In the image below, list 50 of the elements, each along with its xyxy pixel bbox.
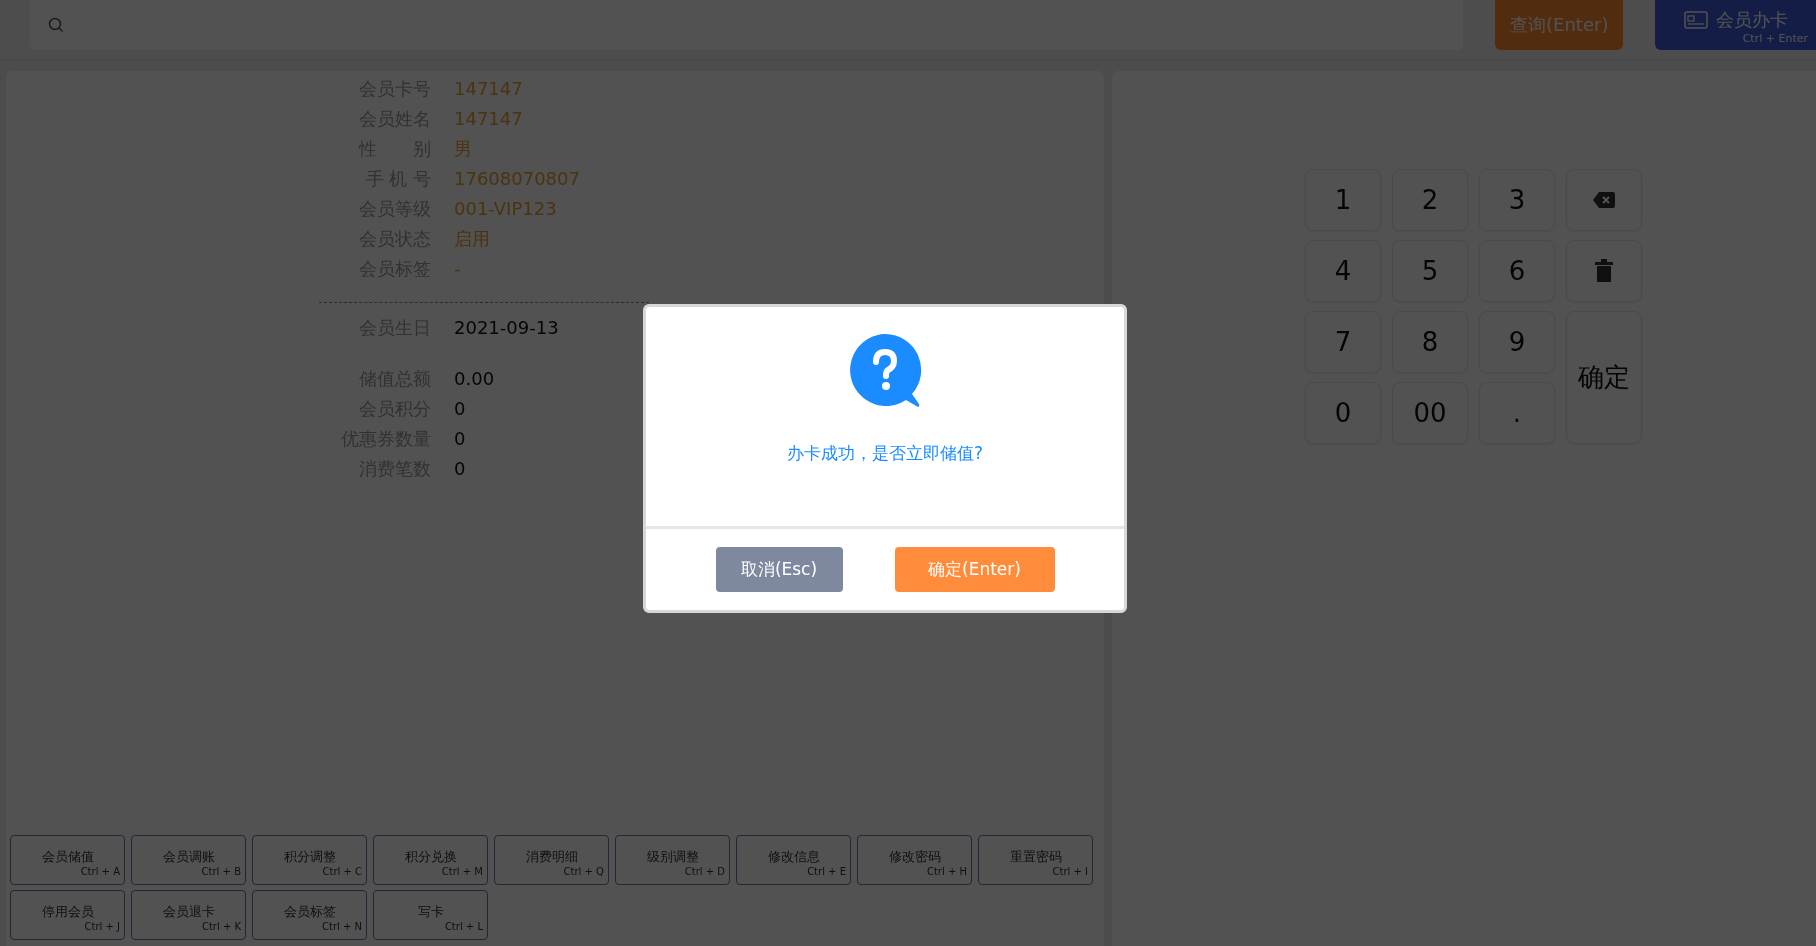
field-value: 0.00 bbox=[454, 367, 495, 390]
action-button[interactable]: 级别调整 Ctrl + D bbox=[615, 835, 730, 885]
action-button[interactable]: 会员标签 Ctrl + N bbox=[252, 890, 367, 940]
keypad-key[interactable]: 7 bbox=[1305, 311, 1381, 373]
action-button[interactable]: 会员退卡 Ctrl + K bbox=[131, 890, 246, 940]
question-icon bbox=[848, 334, 922, 408]
field-value: 启用 bbox=[454, 227, 491, 250]
action-button[interactable]: 会员调账 Ctrl + B bbox=[131, 835, 246, 885]
action-button[interactable]: 修改密码 Ctrl + H bbox=[857, 835, 972, 885]
field-value: 0 bbox=[454, 427, 467, 450]
keypad-key[interactable]: . bbox=[1479, 382, 1555, 444]
action-button[interactable]: 重置密码 Ctrl + I bbox=[978, 835, 1093, 885]
keypad-key[interactable]: 00 bbox=[1392, 382, 1468, 444]
query-button[interactable]: 查询(Enter) bbox=[1495, 0, 1624, 50]
field-value: 男 bbox=[454, 137, 473, 160]
search-field[interactable] bbox=[30, 0, 1464, 50]
keypad-key[interactable]: 0 bbox=[1305, 382, 1381, 444]
field-value: 001-VIP123 bbox=[454, 197, 558, 220]
trash-icon bbox=[1594, 259, 1614, 283]
action-button[interactable]: 会员储值 Ctrl + A bbox=[10, 835, 125, 885]
keypad-key[interactable]: 5 bbox=[1392, 240, 1468, 302]
cancel-button[interactable]: 取消(Esc) bbox=[715, 547, 843, 592]
action-button[interactable]: 写卡 Ctrl + L bbox=[373, 890, 488, 940]
clear-key[interactable] bbox=[1566, 240, 1642, 302]
action-button[interactable]: 消费明细 Ctrl + Q bbox=[494, 835, 609, 885]
field-value: - bbox=[454, 257, 462, 280]
field-value: 147147 bbox=[454, 107, 524, 130]
keypad-key[interactable]: 1 bbox=[1305, 169, 1381, 231]
ok-button[interactable]: 确定(Enter) bbox=[894, 547, 1055, 592]
keypad-key[interactable]: 9 bbox=[1479, 311, 1555, 373]
action-button[interactable]: 停用会员 Ctrl + J bbox=[10, 890, 125, 940]
keypad-key[interactable]: 3 bbox=[1479, 169, 1555, 231]
field-value: 2021-09-13 bbox=[454, 316, 559, 339]
action-button[interactable]: 积分调整 Ctrl + C bbox=[252, 835, 367, 885]
backspace-icon bbox=[1592, 191, 1616, 209]
field-value: 0 bbox=[454, 397, 467, 420]
keypad-key[interactable]: 2 bbox=[1392, 169, 1468, 231]
backspace-key[interactable] bbox=[1566, 169, 1642, 231]
field-value: 17608070807 bbox=[454, 167, 580, 190]
keypad-key[interactable]: 6 bbox=[1479, 240, 1555, 302]
field-value: 0 bbox=[454, 457, 467, 480]
search-icon bbox=[48, 17, 64, 33]
keypad-key[interactable]: 4 bbox=[1305, 240, 1381, 302]
field-value: 147147 bbox=[454, 77, 524, 100]
dialog-message: 办卡成功，是否立即储值? bbox=[787, 442, 983, 465]
confirm-key[interactable]: 确定 bbox=[1566, 311, 1642, 444]
action-button[interactable]: 积分兑换 Ctrl + M bbox=[373, 835, 488, 885]
keypad-key[interactable]: 8 bbox=[1392, 311, 1468, 373]
card-icon bbox=[1683, 10, 1708, 29]
action-button[interactable]: 修改信息 Ctrl + E bbox=[736, 835, 851, 885]
